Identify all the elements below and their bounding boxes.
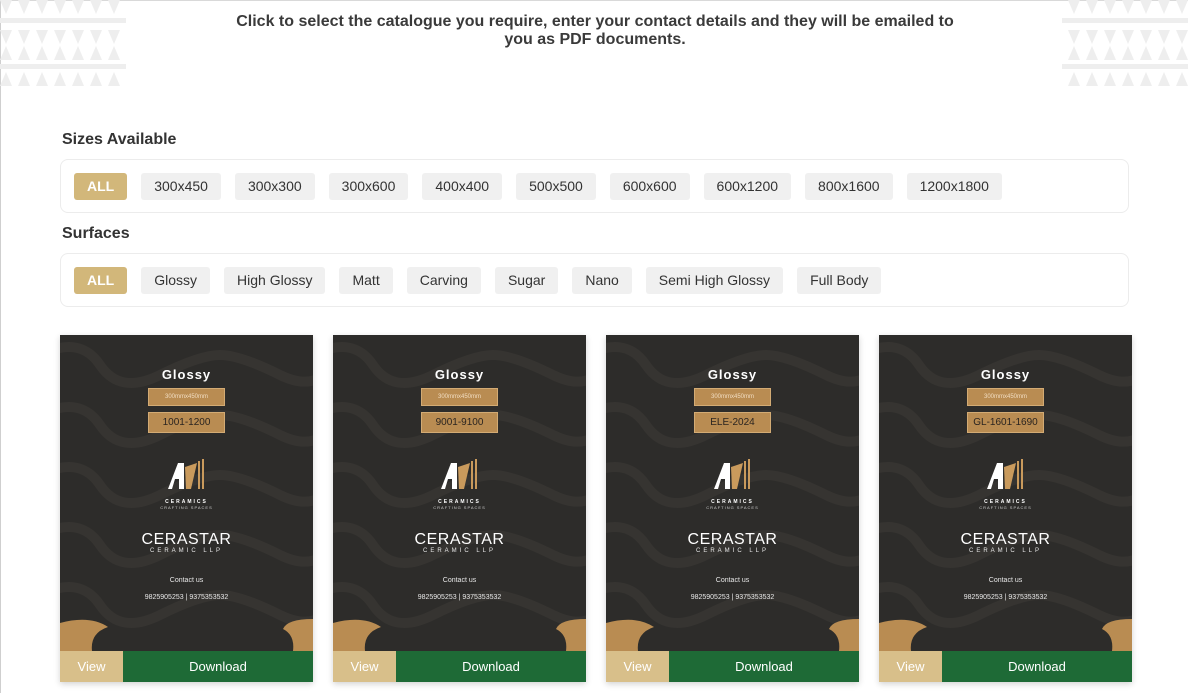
size-chip-600x600[interactable]: 600x600 — [609, 173, 690, 200]
surface-chip-sugar[interactable]: Sugar — [494, 267, 559, 294]
catalogue-card: Glossy 300mmx450mm 1001-1200 CERAMICS CR… — [60, 335, 313, 682]
cover-size-tag: 300mmx450mm — [148, 388, 225, 406]
view-button[interactable]: View — [606, 651, 669, 682]
decorative-pattern-right — [1062, 0, 1188, 86]
cover-title: Glossy — [434, 367, 485, 382]
cover-brand: CERASTAR — [960, 531, 1051, 548]
catalogue-cover[interactable]: Glossy 300mmx450mm 1001-1200 CERAMICS CR… — [60, 335, 313, 651]
cover-code-tag: 1001-1200 — [148, 412, 225, 433]
surfaces-filter-bar: ALL Glossy High Glossy Matt Carving Suga… — [60, 253, 1129, 307]
size-chip-all[interactable]: ALL — [74, 173, 128, 200]
size-chip-300x300[interactable]: 300x300 — [234, 173, 315, 200]
surface-chip-nano[interactable]: Nano — [572, 267, 632, 294]
vase-right-icon — [556, 619, 586, 651]
view-button[interactable]: View — [60, 651, 123, 682]
download-button[interactable]: Download — [669, 651, 859, 682]
cover-tagline: CRAFTING SPACES — [979, 505, 1032, 510]
cover-brand-sub: CERAMIC LLP — [695, 548, 769, 554]
cover-phones: 9825905253 | 9375353532 — [144, 594, 229, 601]
cover-title: Glossy — [980, 367, 1031, 382]
cover-brand-sub: CERAMIC LLP — [422, 548, 496, 554]
view-button[interactable]: View — [333, 651, 396, 682]
download-button[interactable]: Download — [942, 651, 1132, 682]
cover-contact-label: Contact us — [715, 577, 750, 584]
size-chip-1200x1800[interactable]: 1200x1800 — [906, 173, 1002, 200]
decorative-pattern-left — [0, 0, 126, 86]
view-button[interactable]: View — [879, 651, 942, 682]
cover-brand: CERASTAR — [141, 531, 232, 548]
vase-right-icon — [1102, 619, 1132, 651]
catalogue-cover[interactable]: Glossy 300mmx450mm ELE-2024 CERAMICS CRA… — [606, 335, 859, 651]
surface-chip-all[interactable]: ALL — [74, 267, 128, 294]
surface-chip-glossy[interactable]: Glossy — [141, 267, 211, 294]
cover-size-tag: 300mmx450mm — [694, 388, 771, 406]
cover-contact-label: Contact us — [169, 577, 204, 584]
vase-right-icon — [829, 619, 859, 651]
size-chip-400x400[interactable]: 400x400 — [422, 173, 503, 200]
intro-text: Click to select the catalogue you requir… — [200, 13, 990, 49]
cover-brand-sub: CERAMIC LLP — [968, 548, 1042, 554]
size-chip-800x1600[interactable]: 800x1600 — [805, 173, 893, 200]
cover-code-tag: ELE-2024 — [694, 412, 771, 433]
cover-contact-label: Contact us — [442, 577, 477, 584]
surface-chip-carving[interactable]: Carving — [406, 267, 481, 294]
surfaces-heading: Surfaces — [62, 225, 130, 242]
vase-right-icon — [283, 619, 313, 651]
download-button[interactable]: Download — [396, 651, 586, 682]
cover-title: Glossy — [161, 367, 212, 382]
sizes-heading: Sizes Available — [62, 131, 177, 148]
sizes-filter-bar: ALL 300x450 300x300 300x600 400x400 500x… — [60, 159, 1129, 213]
size-chip-500x500[interactable]: 500x500 — [516, 173, 596, 200]
catalogue-card: Glossy 300mmx450mm 9001-9100 CERAMICS CR… — [333, 335, 586, 682]
cover-phones: 9825905253 | 9375353532 — [963, 594, 1048, 601]
cover-phones: 9825905253 | 9375353532 — [417, 594, 502, 601]
catalogue-card: Glossy 300mmx450mm GL-1601-1690 CERAMICS… — [879, 335, 1132, 682]
intro-line-2: you as PDF documents. — [504, 31, 686, 48]
size-chip-600x1200[interactable]: 600x1200 — [703, 173, 792, 200]
cover-title: Glossy — [707, 367, 758, 382]
size-chip-300x600[interactable]: 300x600 — [328, 173, 409, 200]
cover-brand: CERASTAR — [414, 531, 505, 548]
catalogue-card: Glossy 300mmx450mm ELE-2024 CERAMICS CRA… — [606, 335, 859, 682]
cover-code-tag: 9001-9100 — [421, 412, 498, 433]
cover-tagline: CRAFTING SPACES — [160, 505, 213, 510]
surface-chip-high-glossy[interactable]: High Glossy — [224, 267, 326, 294]
vase-left-icon — [879, 619, 927, 651]
catalogue-grid: Glossy 300mmx450mm 1001-1200 CERAMICS CR… — [60, 335, 1132, 682]
top-border — [0, 0, 1188, 1]
size-chip-300x450[interactable]: 300x450 — [141, 173, 221, 200]
surface-chip-semi-high-glossy[interactable]: Semi High Glossy — [645, 267, 784, 294]
cover-tagline: CRAFTING SPACES — [433, 505, 486, 510]
intro-line-1: Click to select the catalogue you requir… — [236, 13, 954, 30]
catalogue-cover[interactable]: Glossy 300mmx450mm GL-1601-1690 CERAMICS… — [879, 335, 1132, 651]
catalogue-cover[interactable]: Glossy 300mmx450mm 9001-9100 CERAMICS CR… — [333, 335, 586, 651]
cover-phones: 9825905253 | 9375353532 — [690, 594, 775, 601]
cover-contact-label: Contact us — [988, 577, 1023, 584]
cover-size-tag: 300mmx450mm — [421, 388, 498, 406]
cover-code-tag: GL-1601-1690 — [967, 412, 1044, 433]
vase-left-icon — [606, 619, 654, 651]
download-button[interactable]: Download — [123, 651, 313, 682]
vase-left-icon — [60, 619, 108, 651]
vase-left-icon — [333, 619, 381, 651]
surface-chip-matt[interactable]: Matt — [339, 267, 393, 294]
cover-brand: CERASTAR — [687, 531, 778, 548]
cover-size-tag: 300mmx450mm — [967, 388, 1044, 406]
cover-brand-sub: CERAMIC LLP — [149, 548, 223, 554]
cover-tagline: CRAFTING SPACES — [706, 505, 759, 510]
surface-chip-full-body[interactable]: Full Body — [797, 267, 882, 294]
